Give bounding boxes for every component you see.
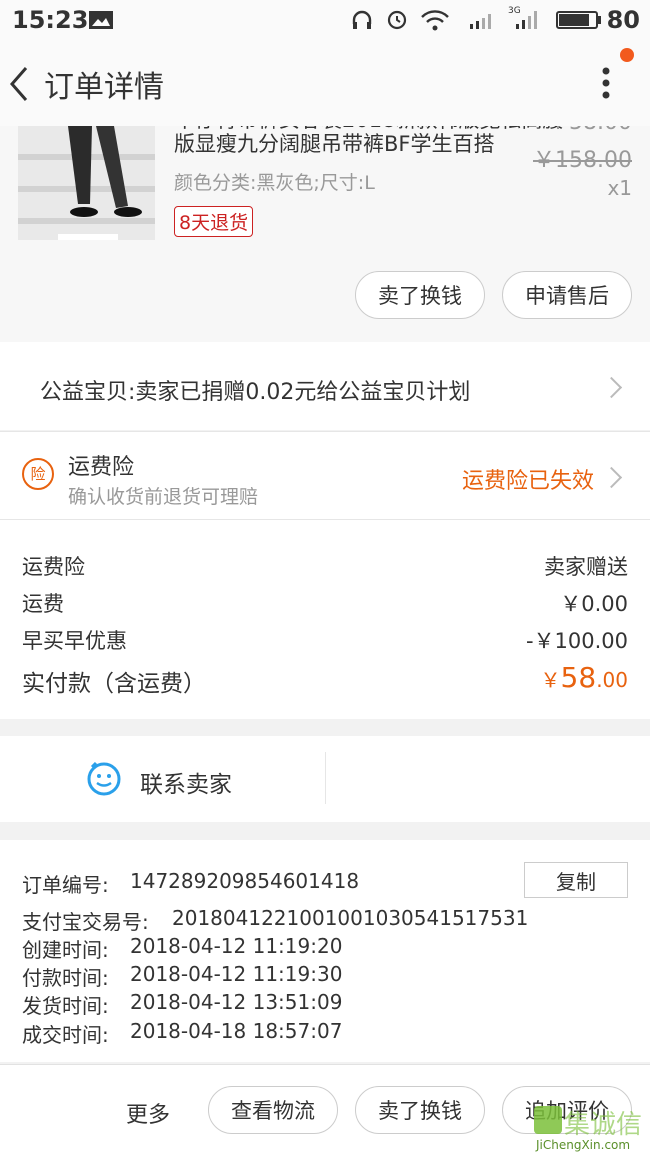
chevron-right-icon — [600, 466, 623, 489]
shipped-time-label: 发货时间: — [22, 994, 109, 1018]
product-sku: 颜色分类:黑灰色;尺寸:L — [174, 172, 375, 194]
nav-bar: 订单详情 — [0, 40, 650, 126]
copy-button[interactable]: 复制 — [524, 862, 628, 898]
divider — [325, 752, 326, 804]
original-price: ￥158.00 — [533, 148, 632, 173]
more-button[interactable]: 更多 — [126, 1097, 170, 1129]
watermark-logo-icon — [534, 1106, 562, 1134]
product-price: ￥58.00 — [547, 126, 632, 136]
insurance-icon-char: 险 — [30, 465, 46, 483]
watermark: 集诚信 JiChengXin.com — [530, 1106, 648, 1154]
created-time-label: 创建时间: — [22, 938, 109, 962]
view-logistics-button[interactable]: 查看物流 — [208, 1086, 338, 1134]
paid-time-label: 付款时间: — [22, 966, 109, 990]
deal-time: 2018-04-18 18:57:07 — [130, 1019, 343, 1043]
order-number-label: 订单编号: — [22, 873, 109, 897]
total-label: 实付款（含运费） — [22, 671, 206, 697]
total-integer: 58 — [560, 661, 597, 694]
back-icon[interactable] — [6, 64, 32, 108]
after-sale-button[interactable]: 申请售后 — [502, 271, 632, 319]
charity-row[interactable]: 公益宝贝:卖家已捐赠0.02元给公益宝贝计划 — [0, 342, 650, 430]
cost-label-insurance: 运费险 — [22, 555, 85, 579]
insurance-title: 运费险 — [68, 455, 135, 480]
alarm-icon — [385, 7, 409, 35]
headset-icon — [350, 8, 374, 36]
battery-level: 80 — [606, 6, 640, 34]
contact-section: 联系卖家 — [0, 736, 650, 822]
signal-icon-1 — [468, 10, 498, 34]
page-title: 订单详情 — [44, 70, 164, 105]
image-notification-icon — [88, 10, 114, 34]
shipped-time: 2018-04-12 13:51:09 — [130, 990, 343, 1014]
order-number: 147289209854601418 — [130, 869, 360, 893]
cost-value-discount: -￥100.00 — [525, 629, 628, 653]
network-type: 3G — [508, 6, 521, 16]
watermark-main: 集诚信 — [564, 1110, 643, 1140]
created-time: 2018-04-12 11:19:20 — [130, 934, 343, 958]
cost-label-discount: 早买早优惠 — [22, 629, 127, 653]
wifi-icon — [420, 8, 450, 36]
deal-time-label: 成交时间: — [22, 1023, 109, 1047]
status-bar: 15:23 3G 80 — [0, 0, 650, 40]
cost-value-shipping: ￥0.00 — [560, 592, 628, 616]
product-thumbnail[interactable] — [18, 126, 155, 240]
return-policy-badge: 8天退货 — [174, 206, 254, 237]
total-currency: ￥ — [540, 668, 561, 692]
signal-icon-2: 3G — [508, 6, 548, 36]
total-decimal: .00 — [596, 668, 628, 692]
contact-seller-label: 联系卖家 — [140, 772, 232, 798]
chat-bubble-icon — [86, 761, 122, 801]
more-options-icon[interactable] — [597, 66, 615, 106]
status-time: 15:23 — [12, 6, 89, 34]
charity-text: 公益宝贝:卖家已捐赠0.02元给公益宝贝计划 — [40, 380, 471, 405]
watermark-url: JiChengXin.com — [536, 1138, 631, 1152]
battery-icon — [556, 11, 602, 33]
product-name-line2[interactable]: 版显瘦九分阔腿吊带裤BF学生百搭 — [174, 128, 495, 158]
insurance-subtitle: 确认收货前退货可理赔 — [68, 486, 259, 508]
insurance-status: 运费险已失效 — [462, 469, 595, 494]
alipay-number: 2018041221001001030541517531 — [172, 906, 529, 930]
insurance-row[interactable]: 险 运费险 确认收货前退货可理赔 运费险已失效 — [0, 431, 650, 519]
contact-seller-button[interactable]: 联系卖家 — [0, 736, 325, 822]
cost-section: 运费险 卖家赠送 运费 ￥0.00 早买早优惠 -￥100.00 实付款（含运费… — [0, 519, 650, 719]
alipay-number-label: 支付宝交易号: — [22, 910, 149, 934]
cost-value-insurance: 卖家赠送 — [544, 555, 628, 579]
sell-button[interactable]: 卖了换钱 — [355, 271, 485, 319]
product-card[interactable]: 牛仔背带裤女春装2018新款韩版宽松高腰 版显瘦九分阔腿吊带裤BF学生百搭 颜色… — [0, 126, 650, 342]
product-quantity: x1 — [607, 176, 632, 200]
cost-label-shipping: 运费 — [22, 592, 64, 616]
notification-dot — [620, 48, 634, 62]
paid-time: 2018-04-12 11:19:30 — [130, 962, 343, 986]
sell-again-button[interactable]: 卖了换钱 — [355, 1086, 485, 1134]
chevron-right-icon — [600, 376, 623, 399]
total-amount: ￥58.00 — [541, 661, 628, 694]
